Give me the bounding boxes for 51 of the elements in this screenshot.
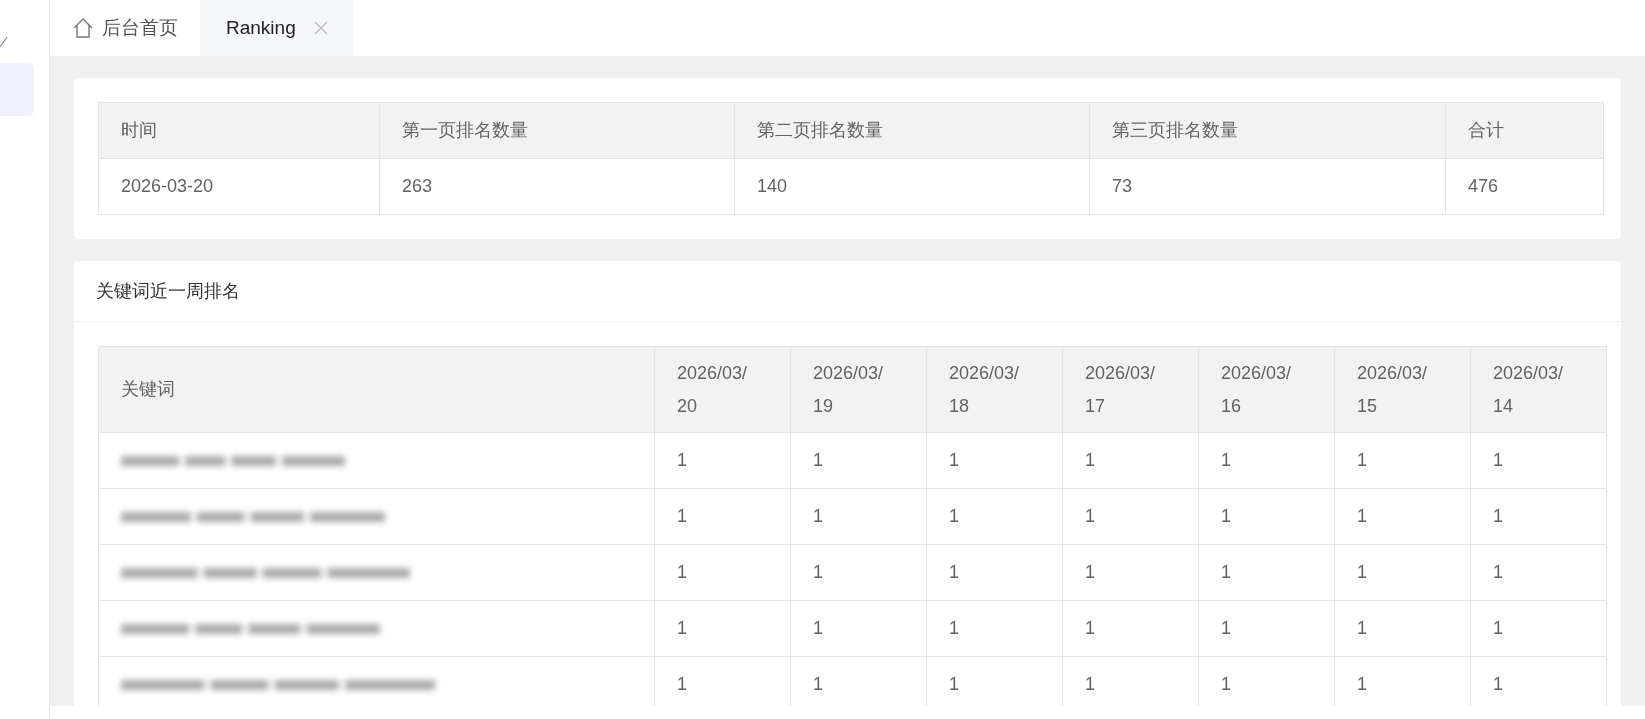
table-cell: 1 [1198,600,1335,657]
column-header: 2026/03/16 [1198,346,1335,433]
column-header: 2026/03/15 [1334,346,1471,433]
table-cell: 1 [1334,600,1471,657]
table-cell: 1 [1062,544,1199,601]
column-header: 2026/03/18 [926,346,1063,433]
table-cell: 1 [654,432,791,489]
table-cell: 1 [1062,488,1199,545]
tab[interactable]: Ranking [200,0,354,56]
close-icon[interactable] [313,21,328,35]
table-cell: 1 [926,544,1063,601]
table-cell: 140 [734,158,1090,215]
table-cell: 73 [1089,158,1446,215]
table-cell: 1 [790,544,927,601]
table-cell: 2026-03-20 [98,158,380,215]
card-title: 关键词近一周排名 [74,261,1621,322]
table-cell: 1 [654,488,791,545]
column-header: 2026/03/14 [1470,346,1607,433]
table-cell: 1 [1334,432,1471,489]
table-cell: 1 [926,432,1063,489]
table-cell: 1 [1470,544,1607,601]
table-cell: 1 [1334,544,1471,601]
home-icon [72,17,94,39]
column-header: 第二页排名数量 [734,102,1090,159]
table-cell: 1 [1062,432,1199,489]
table-cell: 1 [1334,488,1471,545]
table-cell: 1 [1062,600,1199,657]
table-cell: 1 [926,600,1063,657]
column-header: 关键词 [98,346,655,433]
column-header: 第一页排名数量 [379,102,735,159]
table-cell: 1 [790,488,927,545]
table-cell: 1 [790,432,927,489]
table-cell: 1 [1198,544,1335,601]
column-header: 2026/03/19 [790,346,927,433]
table-cell: 1 [1470,432,1607,489]
table-cell: 1 [1470,600,1607,657]
table-cell: 1 [654,544,791,601]
table-cell: 1 [790,600,927,657]
table-cell: 263 [379,158,735,215]
table-cell: 1 [1470,488,1607,545]
column-header: 2026/03/20 [654,346,791,433]
table-cell: 1 [1198,432,1335,489]
table-cell: 1 [1198,488,1335,545]
column-header: 第三页排名数量 [1089,102,1446,159]
column-header: 时间 [98,102,380,159]
chevron-icon [0,36,8,49]
table-cell: 1 [926,488,1063,545]
column-header: 2026/03/17 [1062,346,1199,433]
table-cell: 476 [1445,158,1604,215]
table-cell: 1 [654,600,791,657]
column-header: 合计 [1445,102,1604,159]
